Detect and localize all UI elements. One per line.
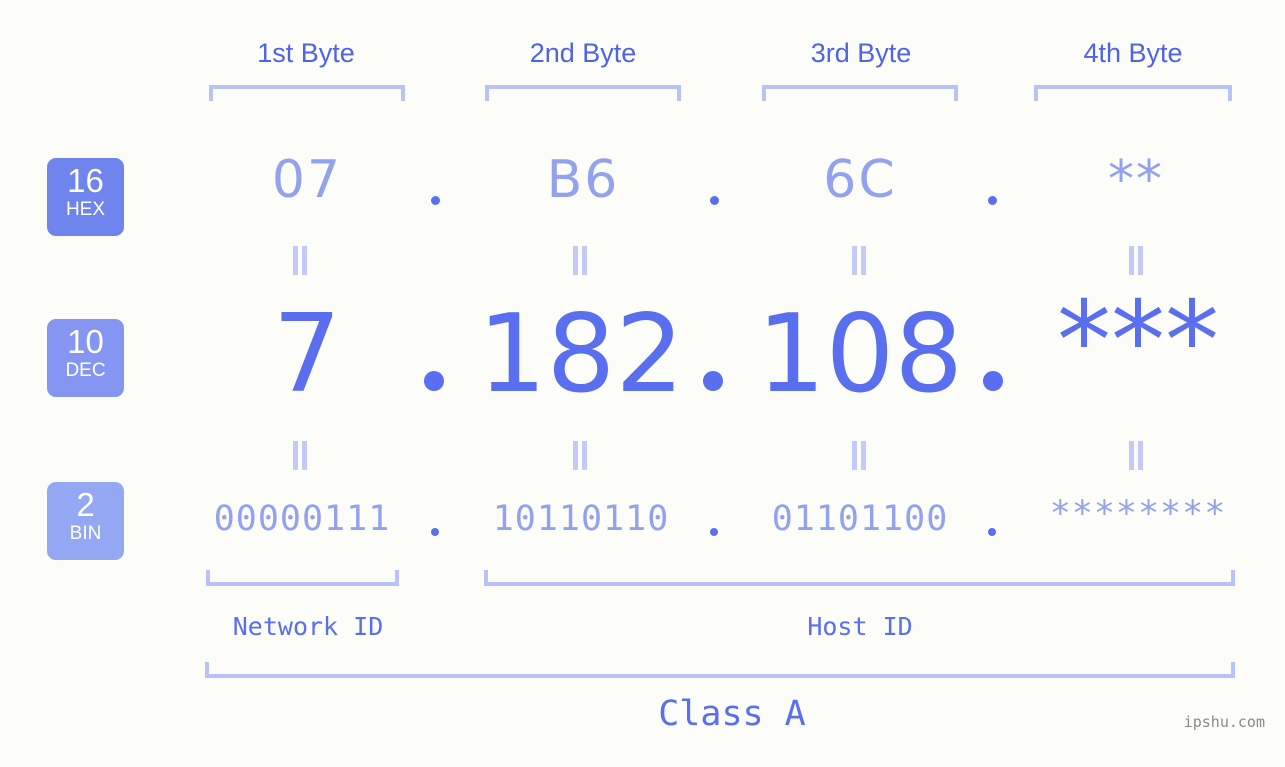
hex-separator-dot-2	[710, 196, 719, 205]
equals-mark-dec-bin-4	[1128, 441, 1144, 470]
byte-bracket-4	[1034, 85, 1232, 101]
binary-separator-dot-3	[988, 528, 996, 536]
decimal-separator-dot-2	[703, 371, 723, 391]
equals-mark-dec-bin-2	[572, 441, 588, 470]
base-badge-dec-number: 10	[67, 323, 104, 360]
binary-octet-3: 01101100	[771, 499, 949, 539]
base-badge-bin-name: BIN	[69, 523, 102, 544]
equals-mark-hex-dec-1	[292, 246, 308, 275]
byte-header-1: 1st Byte	[257, 38, 355, 68]
equals-mark-hex-dec-4	[1128, 246, 1144, 275]
hex-octet-3: 6C	[823, 150, 897, 210]
base-badge-hex-name: HEX	[65, 199, 106, 220]
hex-separator-dot-3	[988, 196, 997, 205]
decimal-separator-dot-1	[424, 371, 444, 391]
byte-bracket-1	[209, 85, 405, 101]
binary-octet-4: ********	[1049, 494, 1227, 534]
network-id-bracket	[206, 570, 399, 586]
hex-separator-dot-1	[431, 196, 440, 205]
hex-octet-1: 07	[271, 150, 343, 210]
binary-separator-dot-2	[710, 528, 718, 536]
binary-octet-2: 10110110	[492, 499, 670, 539]
decimal-octet-1: 7	[272, 292, 342, 417]
hex-octet-2: B6	[546, 150, 620, 210]
byte-bracket-2	[485, 85, 681, 101]
decimal-octet-4: ***	[1057, 279, 1219, 404]
equals-mark-dec-bin-1	[292, 441, 308, 470]
base-badge-dec-name: DEC	[65, 360, 106, 381]
equals-mark-hex-dec-3	[851, 246, 867, 275]
decimal-octet-2: 182	[477, 292, 685, 417]
binary-separator-dot-1	[431, 528, 439, 536]
base-badge-bin-number: 2	[76, 486, 95, 523]
decimal-separator-dot-3	[983, 371, 1003, 391]
byte-header-2: 2nd Byte	[529, 38, 637, 68]
base-badge-bin: 2 BIN	[47, 482, 124, 560]
class-bracket	[205, 662, 1235, 678]
base-badge-hex: 16 HEX	[47, 158, 124, 236]
byte-header-3: 3rd Byte	[810, 38, 912, 68]
ip-address-breakdown-diagram: 1st Byte 2nd Byte 3rd Byte 4th Byte 16 H…	[0, 0, 1285, 767]
equals-mark-dec-bin-3	[851, 441, 867, 470]
site-watermark: ipshu.com	[1183, 713, 1265, 731]
binary-octet-1: 00000111	[213, 499, 391, 539]
base-badge-dec: 10 DEC	[47, 319, 124, 397]
host-id-label: Host ID	[807, 612, 913, 641]
equals-mark-hex-dec-2	[572, 246, 588, 275]
class-label: Class A	[658, 694, 806, 734]
byte-header-4: 4th Byte	[1083, 38, 1183, 68]
host-id-bracket	[484, 570, 1235, 586]
decimal-octet-3: 108	[756, 292, 964, 417]
network-id-label: Network ID	[232, 612, 384, 641]
hex-octet-4: **	[1108, 150, 1164, 210]
byte-bracket-3	[762, 85, 958, 101]
base-badge-hex-number: 16	[67, 162, 104, 199]
